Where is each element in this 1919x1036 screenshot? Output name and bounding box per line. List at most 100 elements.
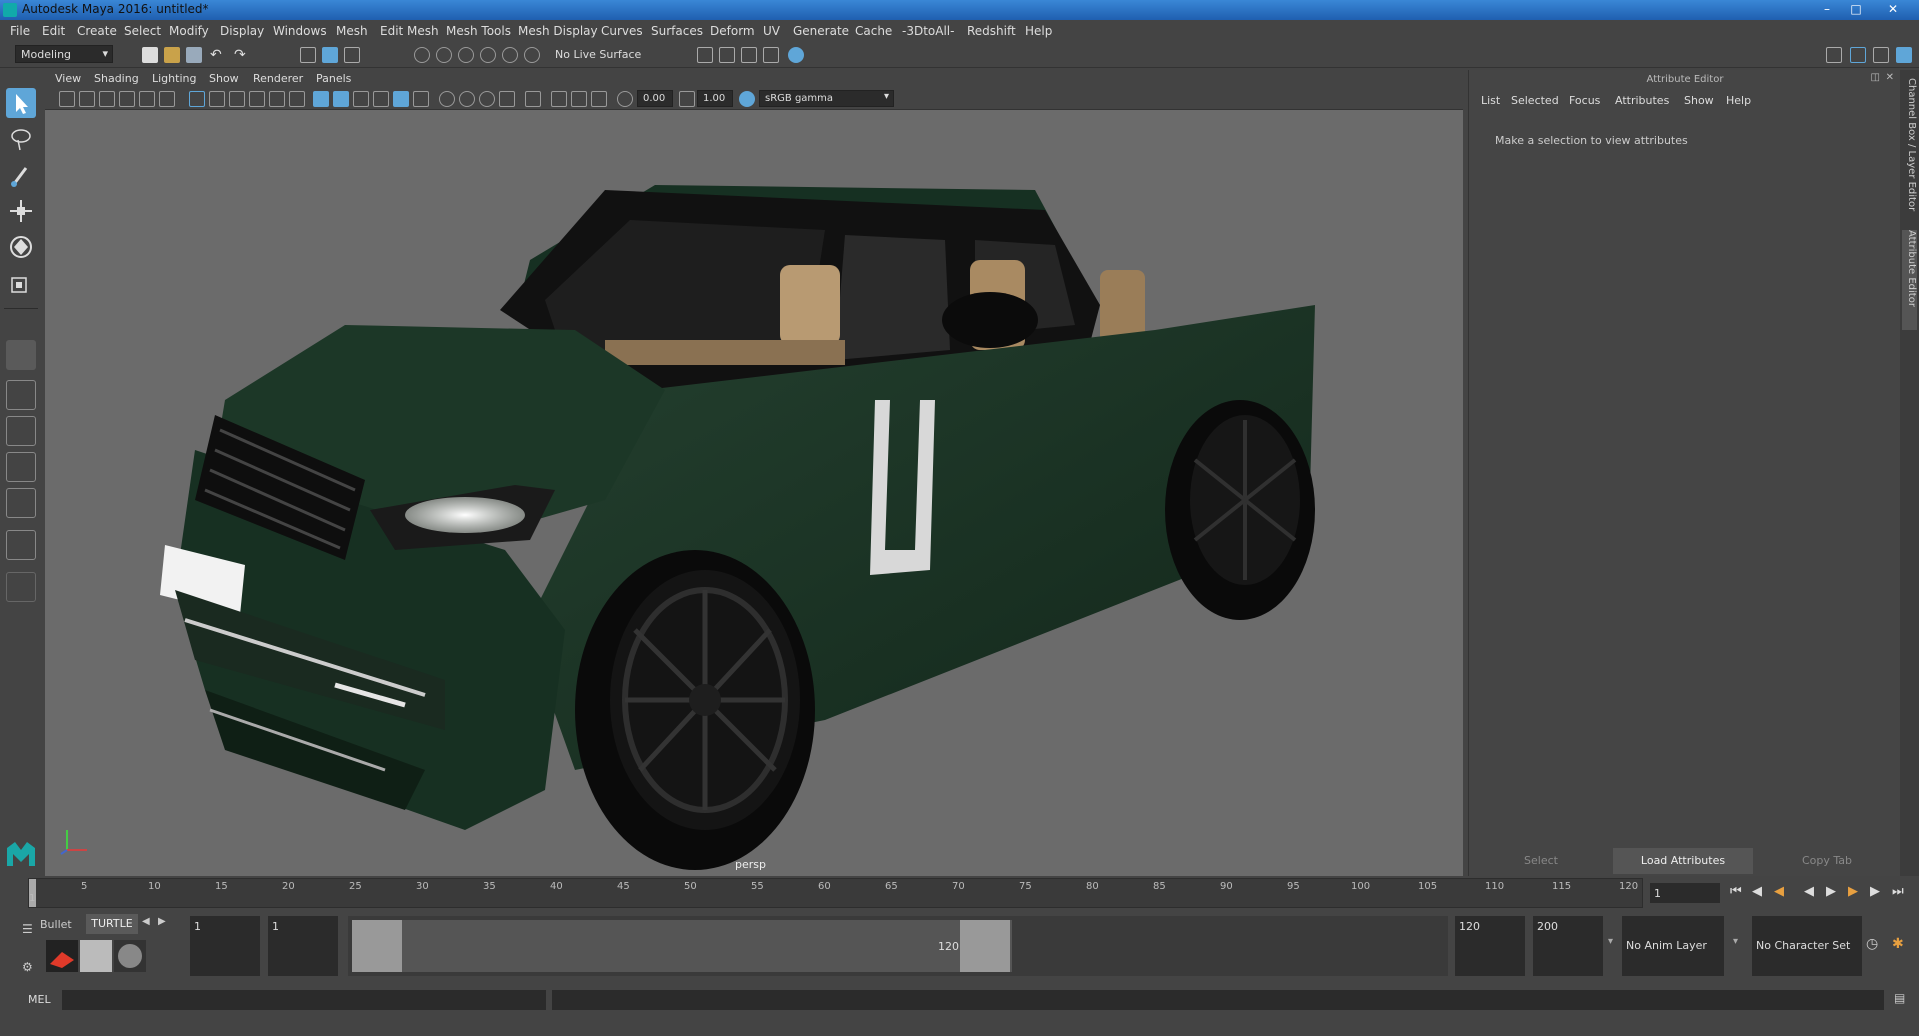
- range-start-handle[interactable]: [352, 920, 402, 972]
- character-set-dropdown[interactable]: No Character Set: [1752, 916, 1862, 976]
- select-hierarchy-icon[interactable]: [300, 47, 316, 63]
- render-settings-icon[interactable]: [763, 47, 779, 63]
- mel-input[interactable]: [62, 990, 546, 1010]
- snap-surface-icon[interactable]: [502, 47, 518, 63]
- new-scene-icon[interactable]: [142, 47, 158, 63]
- range-slider[interactable]: 1 120: [348, 916, 1448, 976]
- range-bar[interactable]: [402, 920, 1012, 972]
- vp-menu-shading[interactable]: Shading: [94, 72, 139, 85]
- menu-windows[interactable]: Windows: [273, 24, 327, 38]
- grease-pencil-icon[interactable]: [139, 91, 155, 107]
- menu-3dtoall[interactable]: -3DtoAll-: [902, 24, 954, 38]
- gate-mask-icon[interactable]: [229, 91, 245, 107]
- anim-end-field[interactable]: 200: [1533, 916, 1603, 976]
- menu-generate[interactable]: Generate: [793, 24, 849, 38]
- camera-attrs-icon[interactable]: [59, 91, 75, 107]
- ipr-render-icon[interactable]: [741, 47, 757, 63]
- anim-layer-dropdown[interactable]: No Anim Layer: [1622, 916, 1724, 976]
- menu-mesh[interactable]: Mesh: [336, 24, 368, 38]
- layout-options-icon[interactable]: [6, 572, 36, 602]
- menu-file[interactable]: File: [10, 24, 30, 38]
- paint-select-tool-icon[interactable]: [6, 160, 36, 190]
- rotate-tool-icon[interactable]: [6, 232, 36, 262]
- minimize-icon[interactable]: –: [1814, 0, 1840, 18]
- menu-cache[interactable]: Cache: [855, 24, 892, 38]
- turtle-sphere-icon[interactable]: [114, 940, 146, 972]
- menu-curves[interactable]: Curves: [601, 24, 643, 38]
- go-to-start-icon[interactable]: ⏮: [1730, 884, 1742, 899]
- tab-channel-box[interactable]: Channel Box / Layer Editor: [1902, 78, 1917, 228]
- menu-mesh-display[interactable]: Mesh Display: [518, 24, 598, 38]
- go-to-end-icon[interactable]: ⏭: [1892, 884, 1904, 899]
- snap-view-plane-icon[interactable]: [480, 47, 496, 63]
- redo-icon[interactable]: ↷: [234, 47, 250, 63]
- safe-title-icon[interactable]: [289, 91, 305, 107]
- range-end-handle[interactable]: [960, 920, 1010, 972]
- time-ruler[interactable]: 1 5 10 15 20 25 30 35 40 45 50 55 60 65 …: [28, 878, 1643, 908]
- four-view-layout-icon[interactable]: [6, 380, 36, 410]
- vp-menu-show[interactable]: Show: [209, 72, 239, 85]
- turtle-render-icon[interactable]: [46, 940, 78, 972]
- ae-menu-focus[interactable]: Focus: [1569, 94, 1600, 107]
- field-chart-icon[interactable]: [249, 91, 265, 107]
- menu-help[interactable]: Help: [1025, 24, 1052, 38]
- shadows-icon[interactable]: [413, 91, 429, 107]
- vp-menu-view[interactable]: View: [55, 72, 81, 85]
- make-live-icon[interactable]: [524, 47, 540, 63]
- chevron-down-icon[interactable]: ▾: [1608, 936, 1613, 947]
- menu-modify[interactable]: Modify: [169, 24, 209, 38]
- close-icon[interactable]: ✕: [1880, 0, 1906, 18]
- render-frame-icon[interactable]: [719, 47, 735, 63]
- lasso-tool-icon[interactable]: [6, 124, 36, 154]
- shelf-settings-icon[interactable]: ⚙: [22, 960, 33, 974]
- ae-menu-selected[interactable]: Selected: [1511, 94, 1559, 107]
- camera-select-icon[interactable]: [79, 91, 95, 107]
- shelf-tab-bullet[interactable]: Bullet: [40, 918, 72, 931]
- outliner-persp-layout-icon[interactable]: [6, 452, 36, 482]
- ae-menu-attributes[interactable]: Attributes: [1615, 94, 1669, 107]
- float-panel-icon[interactable]: ◫: [1871, 72, 1880, 83]
- undo-icon[interactable]: ↶: [210, 47, 226, 63]
- copy-tab-button[interactable]: Copy Tab: [1757, 848, 1897, 874]
- tab-attribute-editor[interactable]: Attribute Editor: [1902, 230, 1917, 330]
- auto-key-icon[interactable]: ◷: [1866, 936, 1878, 952]
- motion-blur-icon[interactable]: [459, 91, 475, 107]
- menu-edit[interactable]: Edit: [42, 24, 65, 38]
- save-scene-icon[interactable]: [186, 47, 202, 63]
- close-panel-icon[interactable]: ✕: [1886, 72, 1894, 83]
- menu-deform[interactable]: Deform: [710, 24, 755, 38]
- isolate-select-icon[interactable]: [525, 91, 541, 107]
- shelf-scroll-left-icon[interactable]: ◀: [142, 916, 150, 927]
- select-tool-icon[interactable]: [6, 88, 36, 118]
- ae-menu-show[interactable]: Show: [1684, 94, 1714, 107]
- hypershade-icon[interactable]: [788, 47, 804, 63]
- menu-surfaces[interactable]: Surfaces: [651, 24, 703, 38]
- exposure-icon[interactable]: [617, 91, 633, 107]
- ae-menu-list[interactable]: List: [1481, 94, 1500, 107]
- menu-display[interactable]: Display: [220, 24, 264, 38]
- mode-dropdown[interactable]: Modeling ▾: [15, 45, 113, 63]
- chevron-down-icon[interactable]: ▾: [1733, 936, 1738, 947]
- shelf-menu-icon[interactable]: ☰: [22, 922, 33, 936]
- modeling-toolkit-icon[interactable]: [1826, 47, 1842, 63]
- xray-icon[interactable]: [551, 91, 567, 107]
- menu-uv[interactable]: UV: [763, 24, 780, 38]
- graph-editor-layout-icon[interactable]: [6, 488, 36, 518]
- scale-tool-icon[interactable]: [6, 268, 36, 298]
- color-management-icon[interactable]: [739, 91, 755, 107]
- xray-components-icon[interactable]: [591, 91, 607, 107]
- side-by-side-layout-icon[interactable]: [6, 416, 36, 446]
- depth-of-field-icon[interactable]: [499, 91, 515, 107]
- open-scene-icon[interactable]: [164, 47, 180, 63]
- render-view-icon[interactable]: [697, 47, 713, 63]
- resolution-gate-icon[interactable]: [159, 91, 175, 107]
- play-backward-icon[interactable]: ◀: [1804, 884, 1814, 899]
- screen-space-ao-icon[interactable]: [439, 91, 455, 107]
- safe-action-icon[interactable]: [269, 91, 285, 107]
- time-slider[interactable]: 1 5 10 15 20 25 30 35 40 45 50 55 60 65 …: [0, 878, 1919, 912]
- step-back-frame-icon[interactable]: ◀: [1774, 884, 1784, 899]
- xray-joints-icon[interactable]: [571, 91, 587, 107]
- attribute-editor-toggle-icon[interactable]: [1850, 47, 1866, 63]
- bookmark-icon[interactable]: [99, 91, 115, 107]
- snap-curve-icon[interactable]: [436, 47, 452, 63]
